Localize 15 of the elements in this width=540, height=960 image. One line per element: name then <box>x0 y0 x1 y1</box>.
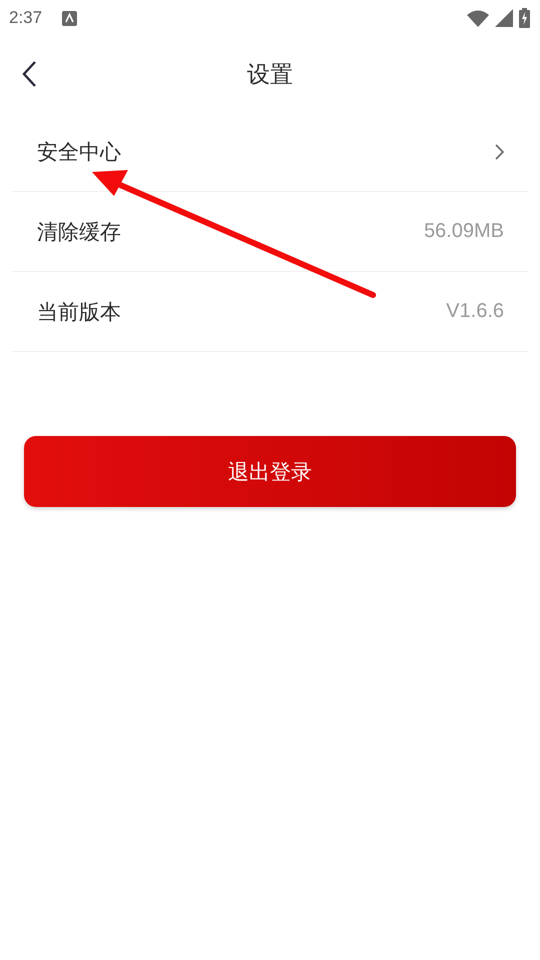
page-title: 设置 <box>247 60 293 90</box>
settings-row[interactable]: 清除缓存 56.09MB <box>12 192 528 272</box>
wifi-icon <box>467 10 489 26</box>
setting-value: 56.09MB <box>424 220 504 243</box>
setting-label: 当前版本 <box>37 298 121 326</box>
settings-row[interactable]: 当前版本 V1.6.6 <box>12 272 528 352</box>
chevron-right-icon <box>495 144 504 160</box>
battery-icon <box>519 8 530 28</box>
notification-icon <box>62 10 78 26</box>
signal-icon <box>495 9 513 27</box>
logout-button[interactable]: 退出登录 <box>24 436 516 507</box>
setting-value: V1.6.6 <box>446 300 504 323</box>
status-time: 2:37 <box>9 8 42 28</box>
setting-label: 清除缓存 <box>37 218 121 246</box>
setting-label: 安全中心 <box>37 138 121 166</box>
